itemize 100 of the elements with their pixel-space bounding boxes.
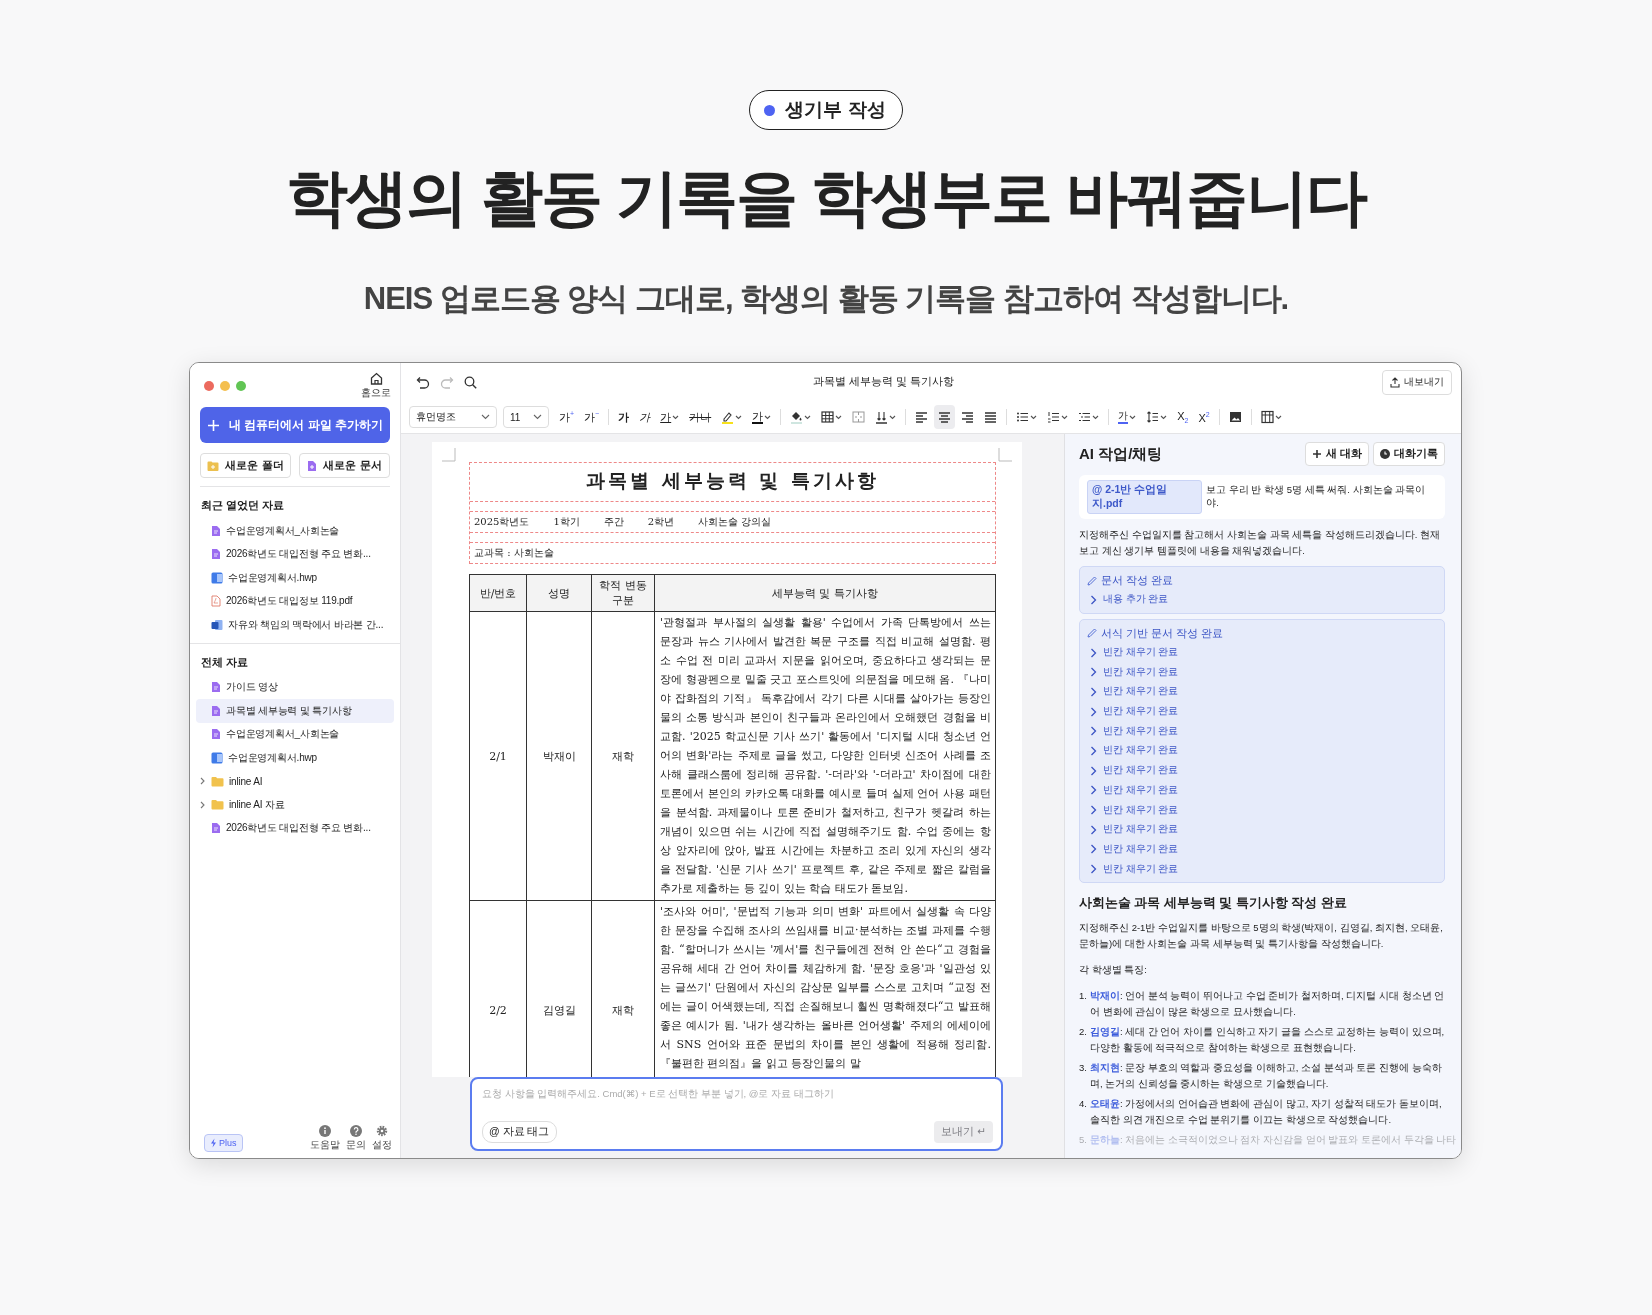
tool-step[interactable]: 빈칸 채우기 완료 <box>1087 859 1437 879</box>
headline: 학생의 활동 기록을 학생부로 바꿔줍니다 <box>285 162 1367 234</box>
settings-button[interactable]: 설정 <box>372 1125 392 1152</box>
chevron-icon <box>1090 647 1097 658</box>
tool-step[interactable]: 빈칸 채우기 완료 <box>1087 701 1437 722</box>
help-button[interactable]: 문의 <box>346 1125 366 1152</box>
tool-step[interactable]: 빈칸 채우기 완료 <box>1087 839 1437 860</box>
tool-step[interactable]: 빈칸 채우기 완료 <box>1087 642 1437 663</box>
document-meta-text: 주간 <box>603 515 624 529</box>
document-meta-text: 1학기 <box>553 515 580 529</box>
tool-step[interactable]: 빈칸 채우기 완료 <box>1087 721 1437 742</box>
tool-step[interactable]: 빈칸 채우기 완료 <box>1087 682 1437 702</box>
file-list-item[interactable]: 수업운영계획서.hwp <box>196 566 394 590</box>
new-document-button[interactable]: 새로운 문서 <box>299 453 390 478</box>
list-number: 2. <box>1079 1024 1087 1039</box>
new-folder-button[interactable]: 새로운 폴더 <box>200 453 291 478</box>
document-icon <box>211 728 221 741</box>
paint-bucket-icon <box>790 410 804 424</box>
file-list-item[interactable]: 가이드 영상 <box>196 675 394 699</box>
table-icon <box>821 410 835 424</box>
add-file-button[interactable]: 내 컴퓨터에서 파일 추가하기 <box>200 407 390 443</box>
table-cell: '관형절과 부사절의 실생활 활용' 수업에서 가족 단톡방에서 쓰는 문장과 뉴스 기사에서 발견한 복문 구조를 직접 비교해 설명함. 평소 수업 전 미리 교과서 지문을 읽어오며, 중요하다고 생각되는 문장에 형광펜으로 밑줄 긋고 포스트잇에 의문점을 메모해 옴. 『나미야 잡화점의 기적』 독후감에서 각기 다른 시대를 살아가는 등장인물의 소통 방식과 본인이 친구들과 온라인에서 오해했던 경험을 비교함. '2025 학교신문 기사 쓰기' 활동에서 '디지털 시대 청소년 언어의 변화'라는 주제로 글을 썼고, 다양한 인터넷 신조어 사례를 조사해 클래스룸에 정리해 공유함. '-더라'와 '-더라고' 차이점에 대한 토론에서 본인의 카카오톡 대화를 예시로 들며 실제 언어 사용 패턴을 분석함. 과제물이나 토론 준비가 철저하고, 친구가 헷갈려 하는 개념이 있으면 쉬는 시간에 직접 설명해주기도 함. 수업 중에는 항상 앞자리에 앉아, 발표 시간에는 차분하고 조리 있게 자신의 생각을 전달함. '신문 기사 쓰기' 프로젝트 후, 같은 주제로 짧은 칼럼을 추가로 제출하는 등 깊이 있는 학습 태도가 돋보임. <box>654 611 996 901</box>
history-button[interactable]: 대화기록 <box>1373 442 1445 466</box>
file-list-item[interactable]: 수업운영계획서.hwp <box>196 746 394 770</box>
chevron-icon <box>1090 864 1097 875</box>
format-button[interactable]: 가$^{+}$ <box>555 405 579 429</box>
vertical-align-icon <box>875 410 889 424</box>
column-header: 학적 변동구분 <box>591 574 655 612</box>
file-list-item[interactable]: 자유와 책임의 맥락에서 바라본 간... <box>196 613 394 637</box>
tag-button[interactable]: @ 자료 태그 <box>482 1121 557 1143</box>
chevron-icon <box>1090 726 1097 737</box>
lightning-icon <box>210 1138 217 1148</box>
list-number: 5. <box>1079 1132 1087 1147</box>
file-list-item[interactable]: 수업운영계획서_사회논술 <box>196 722 394 746</box>
tool-step[interactable]: 빈칸 채우기 완료 <box>1087 760 1437 781</box>
undo-icon <box>416 375 430 389</box>
document-icon <box>211 681 221 694</box>
search-icon <box>464 375 477 389</box>
toolbar-button[interactable] <box>934 405 956 429</box>
dot-icon <box>764 104 776 116</box>
file-list-item[interactable]: 과목별 세부능력 및 특기사항 <box>196 699 394 723</box>
info-icon <box>319 1125 331 1137</box>
table-settings-icon <box>1260 410 1274 424</box>
caret-icon <box>1061 414 1069 420</box>
tool-step[interactable]: 빈칸 채우기 완료 <box>1087 741 1437 761</box>
chevron-down-icon <box>481 414 490 420</box>
folder-plus-icon <box>207 460 220 471</box>
file-list-item[interactable]: inline AI <box>196 769 394 793</box>
document-meta-text: 사회논술 강의실 <box>698 515 772 529</box>
font-family-dropdown[interactable]: 휴먼명조 <box>409 406 497 428</box>
export-button[interactable]: 내보내기 <box>1382 369 1452 395</box>
align-center-icon <box>938 410 952 424</box>
file-list-item[interactable]: 수업운영계획서_사회논술 <box>196 519 394 543</box>
format-button[interactable]: 가 <box>635 405 655 429</box>
column-header: 반/번호 <box>469 574 527 612</box>
caret-icon <box>889 414 897 420</box>
crop-mark-icon <box>442 448 456 462</box>
home-button[interactable]: 홈으로 <box>361 372 391 400</box>
file-list-item[interactable]: 2026학년도 대입정보 119.pdf <box>196 589 394 613</box>
document-meta-text: 2학년 <box>647 515 675 529</box>
folder-icon <box>211 775 224 787</box>
list-number: 3. <box>1079 1060 1087 1075</box>
tool-step[interactable]: 빈칸 채우기 완료 <box>1087 662 1437 683</box>
subject-label: 교과목 : 사회논술 <box>474 546 554 560</box>
document-icon <box>211 524 221 537</box>
badge-label: 생기부 작성 <box>785 98 886 122</box>
document-icon <box>211 751 223 764</box>
document-icon <box>211 548 221 561</box>
format-button[interactable]: 가나 <box>685 405 716 429</box>
pencil-icon <box>1087 628 1097 639</box>
format-button[interactable]: X$_{2}$ <box>1173 405 1193 429</box>
format-button[interactable]: 가$^{−}$ <box>580 405 604 429</box>
tool-step[interactable]: 빈칸 채우기 완료 <box>1087 780 1437 801</box>
plan-badge[interactable]: Plus <box>204 1134 243 1152</box>
tool-step[interactable]: 빈칸 채우기 완료 <box>1087 819 1437 840</box>
new-chat-button[interactable]: 새 대화 <box>1305 442 1369 466</box>
format-button[interactable]: 가 <box>748 405 776 429</box>
format-button[interactable]: X$^{2}$ <box>1194 405 1214 429</box>
caret-icon <box>672 414 680 420</box>
format-button[interactable]: 가 <box>656 405 684 429</box>
letter-spacing-button[interactable]: 가 <box>1114 405 1141 429</box>
caret-icon <box>1274 414 1282 420</box>
pdf-file-icon <box>211 595 221 608</box>
chevron-icon <box>1090 824 1097 835</box>
column-header: 성명 <box>526 574 592 612</box>
document-icon <box>211 618 223 631</box>
attachment-chip[interactable]: @ 2-1반 수업일지.pdf <box>1087 480 1203 514</box>
file-list-item[interactable]: 2026학년도 대입전형 주요 변화... <box>196 816 394 840</box>
file-list-item[interactable]: 2026학년도 대입전형 주요 변화... <box>196 542 394 566</box>
tool-step[interactable]: 내용 추가 완료 <box>1087 590 1437 610</box>
tool-step[interactable]: 빈칸 채우기 완료 <box>1087 800 1437 820</box>
justify-icon <box>984 410 998 424</box>
crop-mark-icon <box>998 448 1012 462</box>
format-button[interactable]: 가 <box>614 405 634 429</box>
tool-result-title: 서식 기반 문서 작성 완료 <box>1087 623 1437 643</box>
plus-icon <box>207 418 220 432</box>
font-size-dropdown[interactable]: 11 <box>503 406 549 428</box>
info-button[interactable]: 도움말 <box>310 1125 340 1152</box>
file-list-item[interactable]: inline AI 자료 <box>196 793 394 817</box>
image-icon <box>1228 410 1242 424</box>
